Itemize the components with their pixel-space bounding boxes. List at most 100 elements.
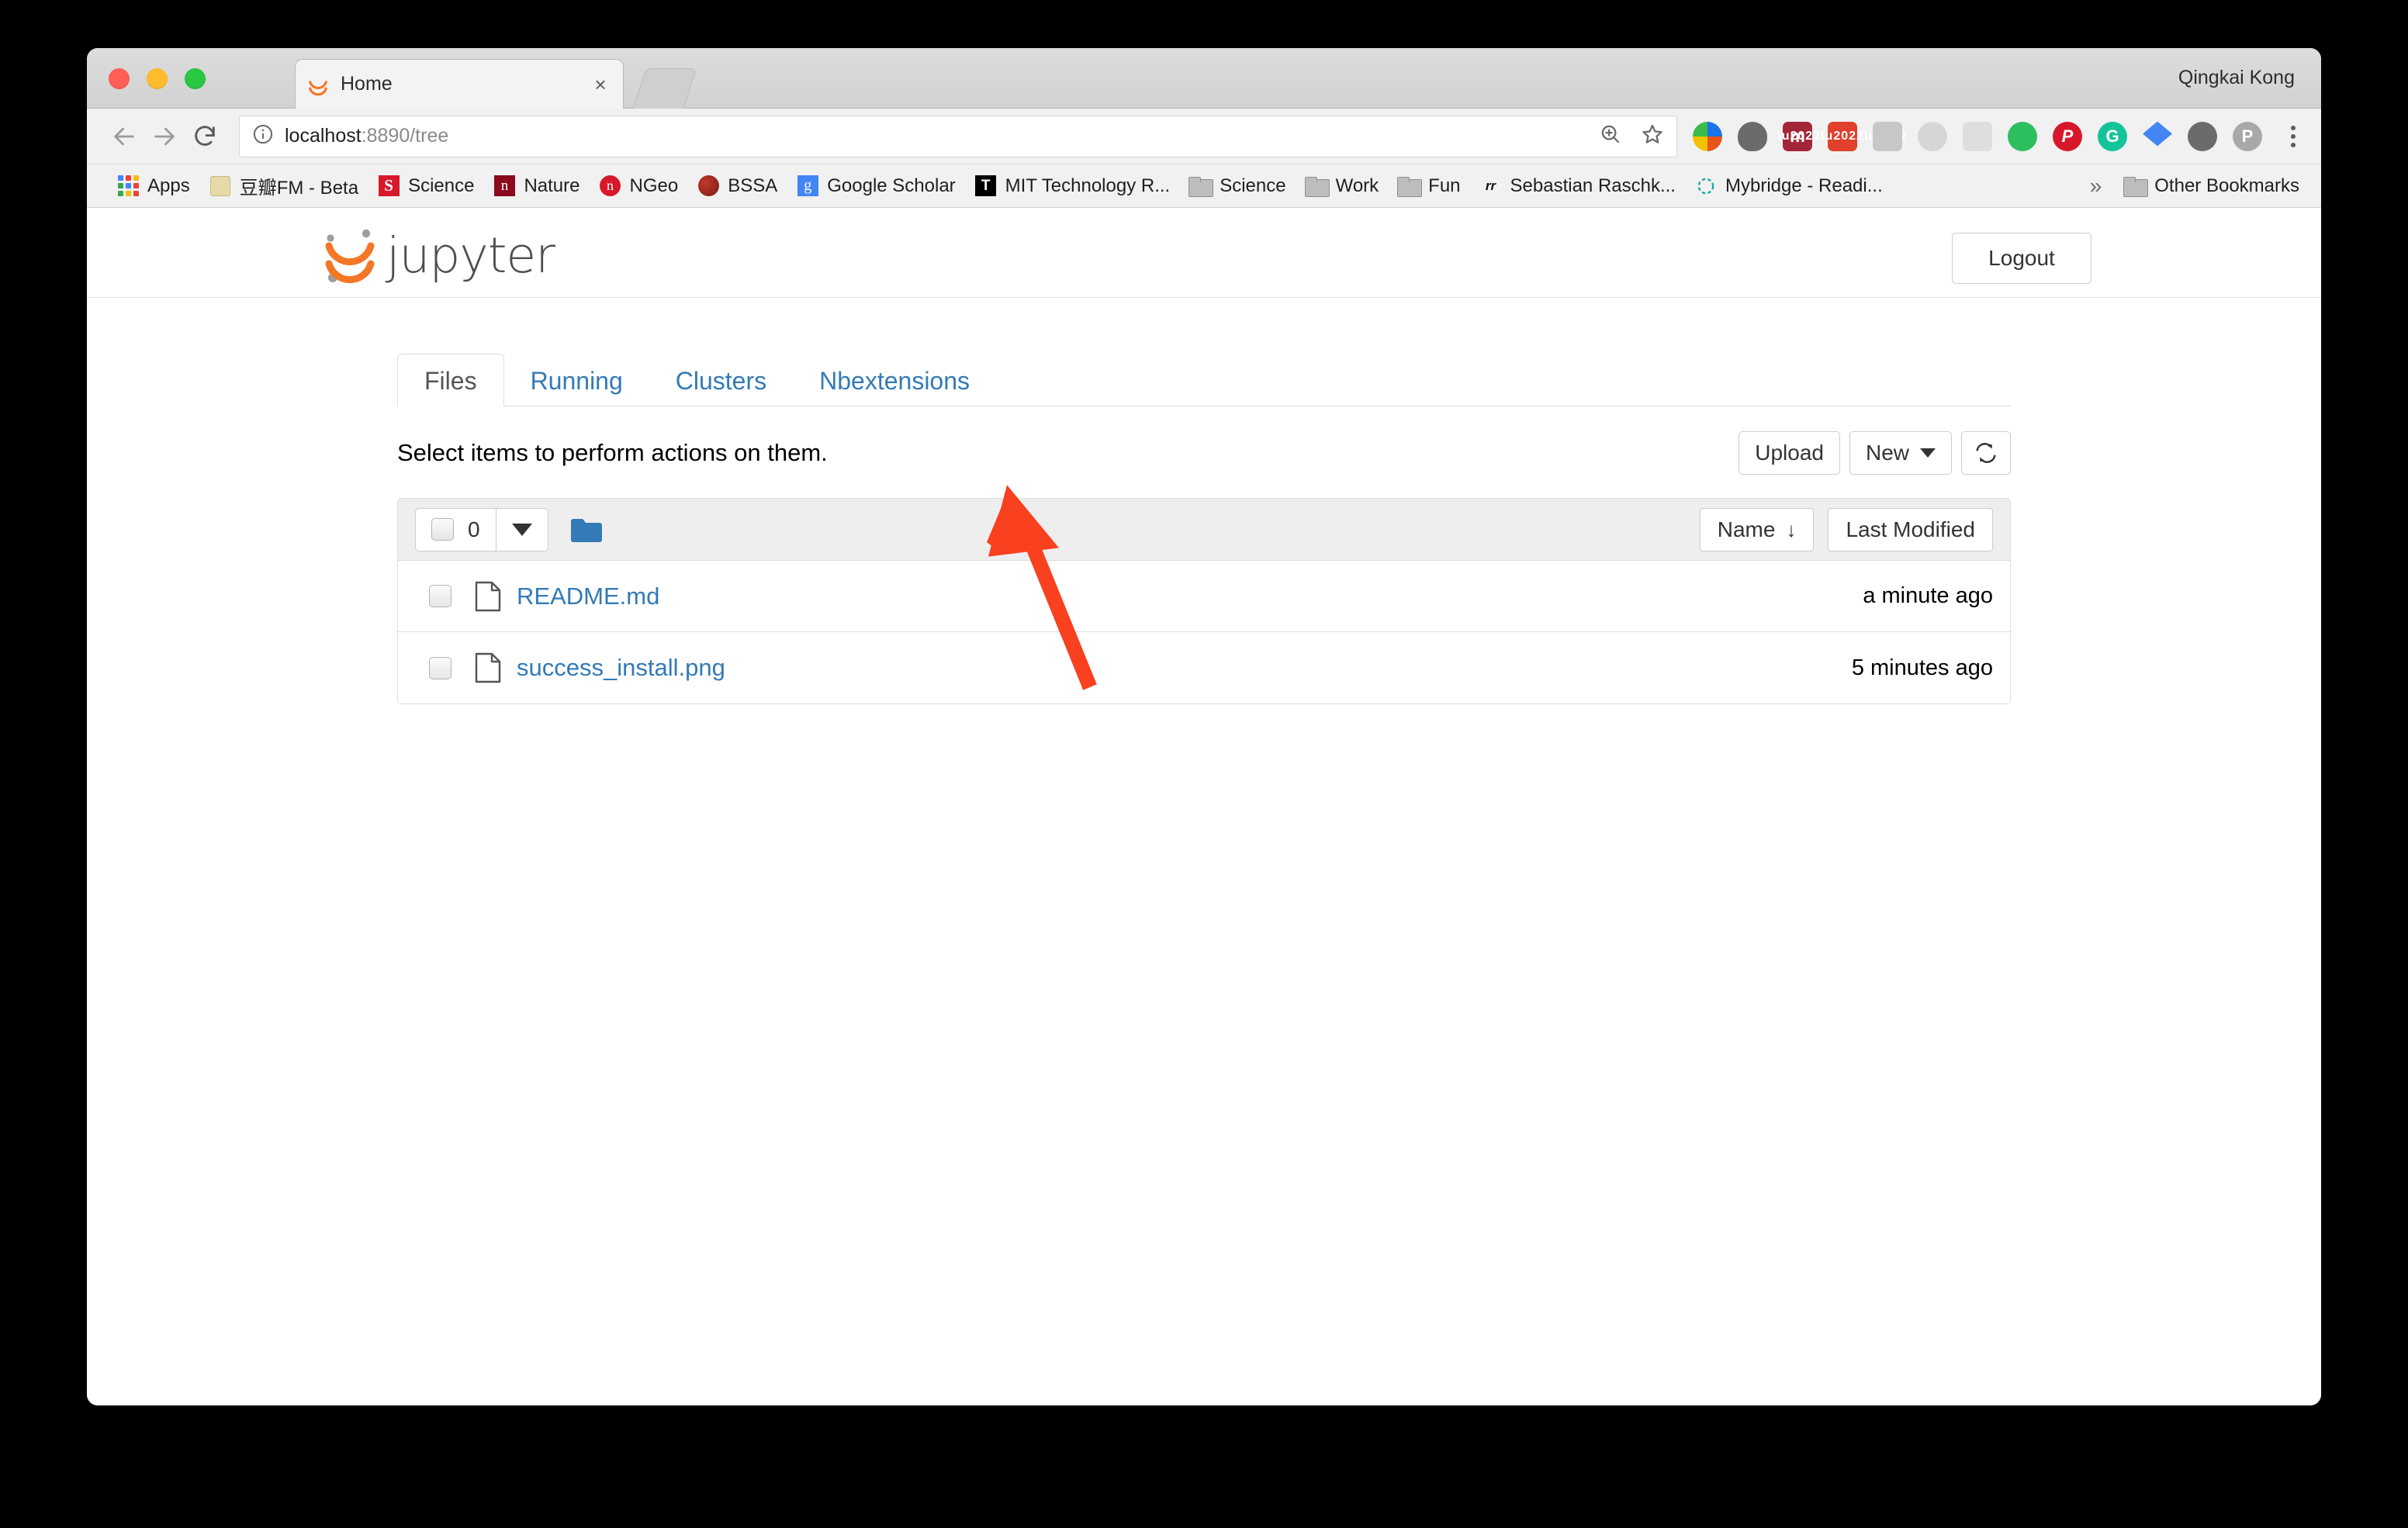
bookmark-label: Science bbox=[1220, 175, 1285, 197]
bookmark-mit-tech-review[interactable]: T MIT Technology R... bbox=[965, 171, 1180, 201]
browser-profile-name[interactable]: Qingkai Kong bbox=[2178, 67, 2295, 89]
jupyter-logo-icon bbox=[323, 225, 379, 285]
tab-files[interactable]: Files bbox=[397, 354, 504, 406]
unsplash-icon[interactable] bbox=[1918, 122, 1947, 151]
table-row[interactable]: README.md a minute ago bbox=[398, 561, 2010, 632]
forward-arrow-icon[interactable] bbox=[144, 116, 185, 157]
notes-icon[interactable] bbox=[1963, 122, 1992, 151]
close-window-button[interactable] bbox=[109, 68, 130, 89]
jupyter-logo[interactable]: jupyter bbox=[323, 225, 555, 285]
bookmark-sebastian-raschka[interactable]: rr Sebastian Raschk... bbox=[1470, 171, 1685, 201]
new-tab-button[interactable] bbox=[633, 68, 697, 109]
bssa-icon bbox=[697, 175, 720, 198]
address-path: :8890/tree bbox=[362, 125, 449, 147]
nature-icon: n bbox=[493, 175, 516, 198]
bookmark-folder-work[interactable]: Work bbox=[1296, 171, 1389, 201]
file-list: 0 Name ↓ bbox=[397, 498, 2011, 704]
bookmark-folder-fun[interactable]: Fun bbox=[1388, 171, 1469, 201]
bookmark-mybridge[interactable]: Mybridge - Readi... bbox=[1685, 171, 1892, 201]
pandadoc-icon[interactable]: P bbox=[2233, 122, 2262, 151]
bookmark-google-scholar[interactable]: g Google Scholar bbox=[787, 171, 964, 201]
file-list-header: 0 Name ↓ bbox=[398, 499, 2010, 561]
bookmark-label: Mybridge - Readi... bbox=[1725, 175, 1883, 197]
back-arrow-icon[interactable] bbox=[104, 116, 144, 157]
browser-tab-strip: Home × Qingkai Kong bbox=[87, 48, 2321, 109]
tab-nbextensions[interactable]: Nbextensions bbox=[793, 354, 996, 406]
folder-icon bbox=[2123, 175, 2147, 198]
file-checkbox[interactable] bbox=[429, 657, 452, 679]
jupyter-header: jupyter Logout bbox=[87, 208, 2321, 298]
sort-by-modified-button[interactable]: Last Modified bbox=[1828, 508, 1993, 551]
pocketlist-icon[interactable]: \u2022\u2022\u2022 bbox=[1828, 122, 1857, 151]
chevron-down-icon bbox=[1920, 448, 1936, 458]
tab-clusters[interactable]: Clusters bbox=[649, 354, 793, 406]
reload-icon[interactable] bbox=[185, 116, 225, 157]
folder-icon bbox=[1305, 175, 1328, 198]
select-all-dropdown-button[interactable] bbox=[496, 508, 548, 551]
grammarly-icon[interactable]: G bbox=[2098, 122, 2127, 151]
bookmark-label: Apps bbox=[147, 175, 190, 197]
bookmark-label: NGeo bbox=[630, 175, 679, 197]
select-all-button[interactable]: 0 bbox=[415, 508, 496, 551]
minimize-window-button[interactable] bbox=[147, 68, 168, 89]
apps-grid-icon bbox=[116, 175, 140, 198]
browser-extensions: m \u2022\u2022\u2022 P G P bbox=[1688, 122, 2304, 151]
file-link[interactable]: success_install.png bbox=[517, 654, 725, 682]
camelcamelcamel-icon[interactable] bbox=[1873, 122, 1902, 151]
bookmark-nature[interactable]: n Nature bbox=[483, 171, 589, 201]
national-geographic-icon: n bbox=[599, 175, 622, 198]
bookmark-label: Nature bbox=[524, 175, 580, 197]
table-row[interactable]: success_install.png 5 minutes ago bbox=[398, 632, 2010, 704]
site-info-icon[interactable] bbox=[252, 123, 274, 149]
bookmark-douban-fm[interactable]: 豆瓣FM - Beta bbox=[199, 169, 368, 202]
bookmark-label: Google Scholar bbox=[827, 175, 955, 197]
other-bookmarks-folder[interactable]: Other Bookmarks bbox=[2114, 171, 2309, 201]
evernote-icon[interactable] bbox=[2008, 122, 2037, 151]
close-tab-icon[interactable]: × bbox=[589, 74, 612, 95]
file-link[interactable]: README.md bbox=[517, 583, 659, 610]
pinterest-icon[interactable]: P bbox=[2053, 122, 2082, 151]
mybridge-icon bbox=[1694, 175, 1718, 198]
file-checkbox[interactable] bbox=[429, 585, 452, 607]
breadcrumb-folder-icon[interactable] bbox=[570, 517, 603, 542]
arrow-down-icon: ↓ bbox=[1786, 520, 1796, 540]
sort-by-name-button[interactable]: Name ↓ bbox=[1700, 508, 1815, 551]
bookmark-folder-science[interactable]: Science bbox=[1179, 171, 1295, 201]
google-scholar-button-icon[interactable] bbox=[2143, 122, 2172, 151]
bookmarks-overflow-icon[interactable]: » bbox=[2078, 174, 2115, 199]
folder-icon bbox=[1188, 175, 1212, 198]
jupyter-wordmark: jupyter bbox=[386, 231, 555, 280]
bookmark-ngeo[interactable]: n NGeo bbox=[590, 171, 688, 201]
refresh-button[interactable] bbox=[1961, 431, 2011, 475]
bookmark-star-icon[interactable] bbox=[1641, 123, 1664, 150]
browser-tab-home[interactable]: Home × bbox=[295, 59, 624, 109]
bookmark-label: MIT Technology R... bbox=[1005, 175, 1171, 197]
jupyter-tab-bar: Files Running Clusters Nbextensions bbox=[397, 344, 2011, 406]
bookmark-science[interactable]: S Science bbox=[368, 171, 483, 201]
bookmark-bssa[interactable]: BSSA bbox=[687, 171, 787, 201]
tab-running[interactable]: Running bbox=[504, 354, 649, 406]
kebab-menu-icon[interactable] bbox=[2278, 126, 2304, 147]
new-button-label: New bbox=[1866, 441, 1909, 465]
douban-fm-icon bbox=[209, 175, 232, 198]
jupyter-body: Files Running Clusters Nbextensions Sele… bbox=[397, 298, 2011, 704]
zotero-icon[interactable] bbox=[2188, 122, 2217, 151]
address-bar[interactable]: localhost:8890/tree bbox=[239, 116, 1677, 157]
bookmark-label: BSSA bbox=[728, 175, 777, 197]
select-all-group: 0 bbox=[415, 508, 548, 551]
zoom-in-icon[interactable] bbox=[1599, 123, 1622, 150]
upload-button[interactable]: Upload bbox=[1739, 431, 1840, 475]
new-button[interactable]: New bbox=[1849, 431, 1952, 475]
file-modified-time: a minute ago bbox=[1863, 583, 1993, 609]
bookmarks-bar: Apps 豆瓣FM - Beta S Science n Nature n NG… bbox=[87, 164, 2321, 208]
sebastian-raschka-icon: rr bbox=[1479, 175, 1503, 198]
jupyter-toolbar: Select items to perform actions on them.… bbox=[397, 416, 2011, 490]
window-controls[interactable] bbox=[109, 68, 206, 89]
science-icon: S bbox=[377, 175, 400, 198]
logout-button[interactable]: Logout bbox=[1952, 233, 2091, 284]
bookmark-apps[interactable]: Apps bbox=[107, 171, 199, 201]
pocket-icon[interactable] bbox=[1738, 122, 1767, 151]
select-all-checkbox[interactable] bbox=[431, 518, 454, 541]
kaspersky-icon[interactable] bbox=[1693, 122, 1722, 151]
maximize-window-button[interactable] bbox=[185, 68, 206, 89]
